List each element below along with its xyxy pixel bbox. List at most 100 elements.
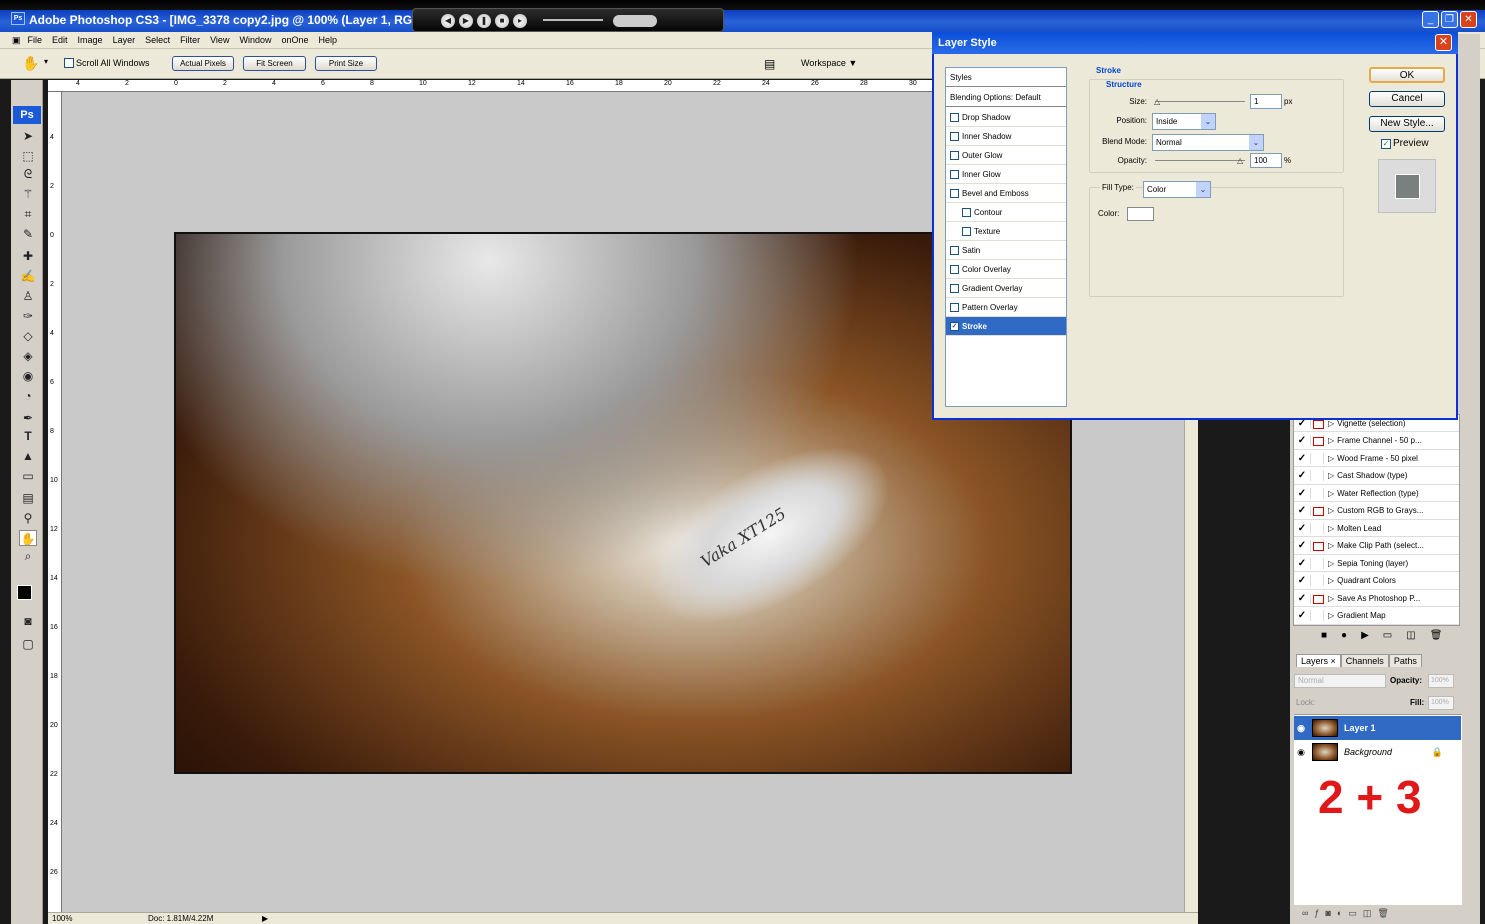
effect-checkbox[interactable] (950, 264, 959, 274)
clone-stamp-tool-icon[interactable]: ♙ (19, 288, 37, 304)
new-action-icon[interactable]: ◫ (1406, 630, 1415, 641)
expand-triangle-icon[interactable]: ▷ (1328, 502, 1334, 519)
effect-checkbox[interactable] (950, 188, 959, 198)
actual-pixels-button[interactable]: Actual Pixels (172, 56, 234, 71)
effect-checkbox[interactable] (950, 112, 959, 122)
effect-item[interactable]: Contour (946, 203, 1066, 222)
expand-triangle-icon[interactable]: ▷ (1328, 520, 1334, 537)
expand-triangle-icon[interactable]: ▷ (1328, 572, 1334, 589)
expand-triangle-icon[interactable]: ▷ (1328, 555, 1334, 572)
size-field[interactable]: 1 (1250, 94, 1282, 109)
effect-item[interactable]: Satin (946, 241, 1066, 260)
media-pause-icon[interactable]: ❚ (477, 14, 491, 28)
dialog-toggle-icon[interactable] (1310, 540, 1324, 551)
hand-tool-icon[interactable]: ✋ (19, 530, 37, 546)
action-toggle-icon[interactable]: ✓ (1294, 572, 1310, 589)
print-size-button[interactable]: Print Size (315, 56, 377, 71)
fit-screen-button[interactable]: Fit Screen (243, 56, 306, 71)
expand-triangle-icon[interactable]: ▷ (1328, 467, 1334, 484)
status-menu-arrow-icon[interactable]: ▶ (262, 914, 268, 923)
opacity-slider-thumb-icon[interactable]: △ (1237, 156, 1243, 165)
position-select[interactable]: Inside ⌄ (1152, 113, 1216, 130)
menu-image[interactable]: Image (73, 35, 108, 45)
stop-icon[interactable]: ■ (1321, 630, 1327, 641)
menu-view[interactable]: View (205, 35, 234, 45)
trash-icon[interactable]: 🗑 (1430, 630, 1443, 641)
pen-tool-icon[interactable]: ✒ (19, 410, 37, 426)
action-item[interactable]: ✓ ▷ Wood Frame - 50 pixel (1294, 450, 1459, 467)
effect-item[interactable]: Texture (946, 222, 1066, 241)
dialog-toggle-icon[interactable] (1310, 522, 1324, 534)
tab-channels[interactable]: Channels (1340, 654, 1389, 667)
action-toggle-icon[interactable]: ✓ (1294, 555, 1310, 572)
blur-tool-icon[interactable]: ◉ (19, 368, 37, 384)
notes-tool-icon[interactable]: ▤ (19, 490, 37, 506)
slice-tool-icon[interactable]: ✎ (19, 226, 37, 242)
expand-triangle-icon[interactable]: ▷ (1328, 590, 1334, 607)
eye-icon[interactable]: ◉ (1294, 723, 1308, 734)
eyedropper-tool-icon[interactable]: ⚲ (19, 510, 37, 526)
effect-checkbox[interactable] (950, 169, 959, 179)
adjustment-icon[interactable]: ◐ (1337, 908, 1348, 918)
cancel-button[interactable]: Cancel (1369, 91, 1445, 107)
zoom-level[interactable]: 100% (52, 914, 72, 923)
tool-preset-dropdown-icon[interactable]: ▾ (44, 57, 48, 66)
dialog-toggle-icon[interactable] (1310, 470, 1324, 481)
document-icon[interactable]: ▣ (0, 35, 23, 46)
action-toggle-icon[interactable]: ✓ (1294, 450, 1310, 467)
photoshop-logo[interactable]: Ps (13, 106, 41, 124)
paint-bucket-tool-icon[interactable]: ◈ (19, 348, 37, 364)
record-icon[interactable]: ● (1341, 630, 1347, 641)
menu-help[interactable]: Help (314, 35, 343, 45)
blending-options-item[interactable]: Blending Options: Default (946, 88, 1066, 107)
action-toggle-icon[interactable]: ✓ (1294, 432, 1310, 449)
effect-item[interactable]: Inner Shadow (946, 127, 1066, 146)
scroll-all-windows-checkbox[interactable]: Scroll All Windows (64, 58, 150, 68)
lasso-tool-icon[interactable]: ᘓ (19, 166, 37, 182)
menu-layer[interactable]: Layer (108, 35, 141, 45)
effect-item[interactable]: Outer Glow (946, 146, 1066, 165)
fx-icon[interactable]: ƒ (1314, 908, 1325, 918)
effect-item[interactable]: Inner Glow (946, 165, 1066, 184)
menu-file[interactable]: File (23, 35, 48, 45)
new-style-button[interactable]: New Style... (1369, 116, 1445, 132)
action-toggle-icon[interactable]: ✓ (1294, 502, 1310, 519)
new-set-icon[interactable]: ▭ (1383, 630, 1392, 641)
expand-triangle-icon[interactable]: ▷ (1328, 607, 1334, 624)
dialog-toggle-icon[interactable] (1310, 505, 1324, 516)
screen-mode-icon[interactable]: ▢ (19, 636, 37, 652)
action-item[interactable]: ✓ ▷ Water Reflection (type) (1294, 485, 1459, 502)
path-selection-tool-icon[interactable]: ▲ (19, 448, 37, 464)
size-slider-track[interactable] (1155, 101, 1245, 102)
trash-icon[interactable]: 🗑 (1377, 908, 1394, 918)
preview-checkbox[interactable]: ✓ Preview (1381, 138, 1429, 149)
eye-icon[interactable]: ◉ (1294, 747, 1308, 758)
effect-checkbox[interactable] (962, 226, 971, 236)
action-item[interactable]: ✓ ▷ Molten Lead (1294, 520, 1459, 537)
dialog-toggle-icon[interactable] (1310, 487, 1324, 499)
tab-layers[interactable]: Layers × (1296, 654, 1341, 667)
effect-checkbox[interactable] (962, 207, 971, 217)
group-icon[interactable]: ▭ (1348, 908, 1363, 918)
dialog-toggle-icon[interactable] (1310, 557, 1324, 569)
effect-item[interactable]: Color Overlay (946, 260, 1066, 279)
ok-button[interactable]: OK (1369, 67, 1445, 83)
action-item[interactable]: ✓ ▷ Custom RGB to Grays... (1294, 503, 1459, 520)
magic-wand-tool-icon[interactable]: ⚚ (19, 186, 37, 202)
mask-icon[interactable]: ◙ (1325, 908, 1336, 918)
media-forward-icon[interactable]: ▸ (513, 14, 527, 28)
expand-triangle-icon[interactable]: ▷ (1328, 450, 1334, 467)
dialog-toggle-icon[interactable] (1310, 452, 1324, 464)
menu-filter[interactable]: Filter (175, 35, 205, 45)
restore-button[interactable]: ❐ (1441, 11, 1458, 28)
shape-tool-icon[interactable]: ▭ (19, 468, 37, 484)
effect-item[interactable]: ✓ Stroke (946, 317, 1066, 336)
action-toggle-icon[interactable]: ✓ (1294, 520, 1310, 537)
action-item[interactable]: ✓ ▷ Frame Channel - 50 p... (1294, 433, 1459, 450)
effect-item[interactable]: Drop Shadow (946, 108, 1066, 127)
healing-brush-tool-icon[interactable]: ✚ (19, 248, 37, 264)
dialog-close-button[interactable]: ✕ (1435, 34, 1452, 51)
fill-type-select[interactable]: Color ⌄ (1143, 181, 1211, 198)
effect-checkbox[interactable] (950, 150, 959, 160)
menu-onone[interactable]: onOne (276, 35, 313, 45)
